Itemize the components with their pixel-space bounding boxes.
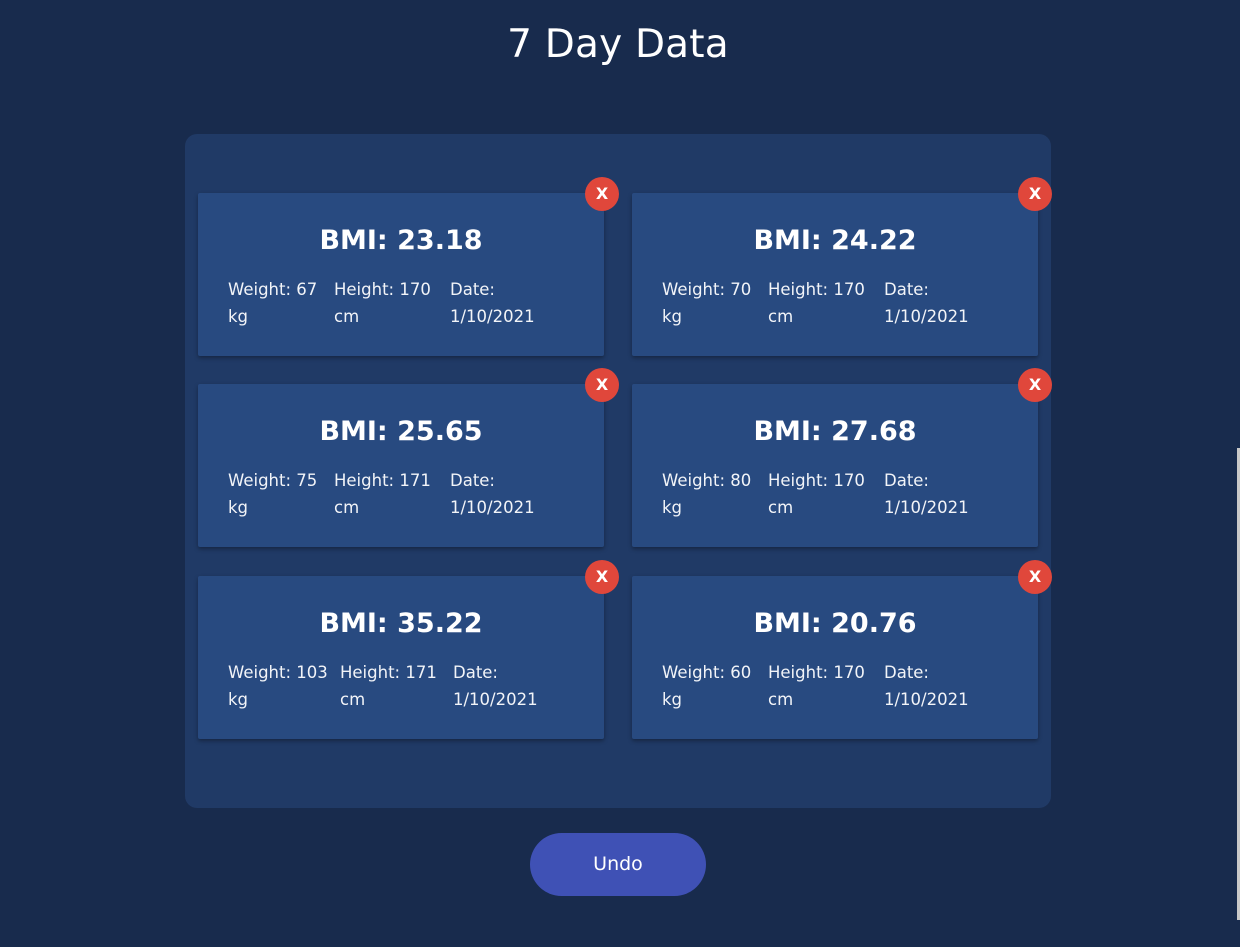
records-panel: BMI: 23.18 Weight: 67 kg Height: 170 cm … bbox=[185, 134, 1052, 808]
date-text: 1/10/2021 bbox=[884, 307, 969, 326]
date-value: Date: 1/10/2021 bbox=[450, 467, 535, 521]
bmi-record-card: BMI: 23.18 Weight: 67 kg Height: 170 cm … bbox=[198, 193, 604, 356]
height-unit: cm bbox=[768, 307, 794, 326]
height-value: Height: 170 cm bbox=[768, 467, 865, 521]
height-unit: cm bbox=[334, 307, 360, 326]
weight-text: Weight: 60 bbox=[662, 663, 752, 682]
bmi-record-card: BMI: 25.65 Weight: 75 kg Height: 171 cm … bbox=[198, 384, 604, 547]
weight-text: Weight: 80 bbox=[662, 471, 752, 490]
weight-unit: kg bbox=[228, 690, 249, 709]
date-value: Date: 1/10/2021 bbox=[884, 276, 969, 330]
bmi-value: BMI: 27.68 bbox=[753, 416, 917, 447]
height-text: Height: 170 bbox=[768, 280, 865, 299]
weight-unit: kg bbox=[228, 498, 249, 517]
bmi-value: BMI: 25.65 bbox=[319, 416, 483, 447]
bmi-value: BMI: 20.76 bbox=[753, 608, 917, 639]
weight-text: Weight: 103 bbox=[228, 663, 328, 682]
date-value: Date: 1/10/2021 bbox=[450, 276, 535, 330]
date-text: 1/10/2021 bbox=[450, 307, 535, 326]
weight-text: Weight: 67 bbox=[228, 280, 318, 299]
height-text: Height: 170 bbox=[334, 280, 431, 299]
height-value: Height: 170 cm bbox=[334, 276, 431, 330]
date-label: Date: bbox=[453, 663, 498, 682]
bmi-record-card: BMI: 27.68 Weight: 80 kg Height: 170 cm … bbox=[632, 384, 1038, 547]
height-value: Height: 171 cm bbox=[334, 467, 431, 521]
height-text: Height: 170 bbox=[768, 471, 865, 490]
height-unit: cm bbox=[340, 690, 366, 709]
date-text: 1/10/2021 bbox=[453, 690, 538, 709]
bmi-record-card: BMI: 35.22 Weight: 103 kg Height: 171 cm… bbox=[198, 576, 604, 739]
weight-unit: kg bbox=[228, 307, 249, 326]
date-value: Date: 1/10/2021 bbox=[884, 467, 969, 521]
weight-text: Weight: 70 bbox=[662, 280, 752, 299]
height-value: Height: 170 cm bbox=[768, 276, 865, 330]
bmi-value: BMI: 23.18 bbox=[319, 225, 483, 256]
bmi-value: BMI: 35.22 bbox=[319, 608, 483, 639]
weight-value: Weight: 70 kg bbox=[662, 276, 751, 330]
remove-record-button[interactable]: X bbox=[1018, 177, 1052, 211]
date-label: Date: bbox=[884, 280, 929, 299]
height-value: Height: 171 cm bbox=[340, 659, 437, 713]
height-text: Height: 171 bbox=[340, 663, 437, 682]
height-text: Height: 171 bbox=[334, 471, 431, 490]
date-value: Date: 1/10/2021 bbox=[884, 659, 969, 713]
bmi-record-card: BMI: 20.76 Weight: 60 kg Height: 170 cm … bbox=[632, 576, 1038, 739]
date-label: Date: bbox=[450, 280, 495, 299]
date-label: Date: bbox=[450, 471, 495, 490]
date-text: 1/10/2021 bbox=[884, 498, 969, 517]
date-value: Date: 1/10/2021 bbox=[453, 659, 538, 713]
date-label: Date: bbox=[884, 471, 929, 490]
bmi-value: BMI: 24.22 bbox=[753, 225, 917, 256]
height-unit: cm bbox=[768, 498, 794, 517]
remove-record-button[interactable]: X bbox=[585, 177, 619, 211]
height-unit: cm bbox=[768, 690, 794, 709]
weight-text: Weight: 75 bbox=[228, 471, 318, 490]
date-text: 1/10/2021 bbox=[450, 498, 535, 517]
weight-value: Weight: 80 kg bbox=[662, 467, 751, 521]
date-label: Date: bbox=[884, 663, 929, 682]
remove-record-button[interactable]: X bbox=[1018, 560, 1052, 594]
height-text: Height: 170 bbox=[768, 663, 865, 682]
weight-value: Weight: 67 kg bbox=[228, 276, 317, 330]
weight-unit: kg bbox=[662, 307, 683, 326]
remove-record-button[interactable]: X bbox=[1018, 368, 1052, 402]
weight-value: Weight: 60 kg bbox=[662, 659, 751, 713]
weight-unit: kg bbox=[662, 690, 683, 709]
height-unit: cm bbox=[334, 498, 360, 517]
weight-value: Weight: 75 kg bbox=[228, 467, 317, 521]
date-text: 1/10/2021 bbox=[884, 690, 969, 709]
remove-record-button[interactable]: X bbox=[585, 368, 619, 402]
page-title: 7 Day Data bbox=[507, 22, 729, 67]
remove-record-button[interactable]: X bbox=[585, 560, 619, 594]
bmi-record-card: BMI: 24.22 Weight: 70 kg Height: 170 cm … bbox=[632, 193, 1038, 356]
weight-unit: kg bbox=[662, 498, 683, 517]
weight-value: Weight: 103 kg bbox=[228, 659, 328, 713]
height-value: Height: 170 cm bbox=[768, 659, 865, 713]
undo-button[interactable]: Undo bbox=[530, 833, 706, 896]
